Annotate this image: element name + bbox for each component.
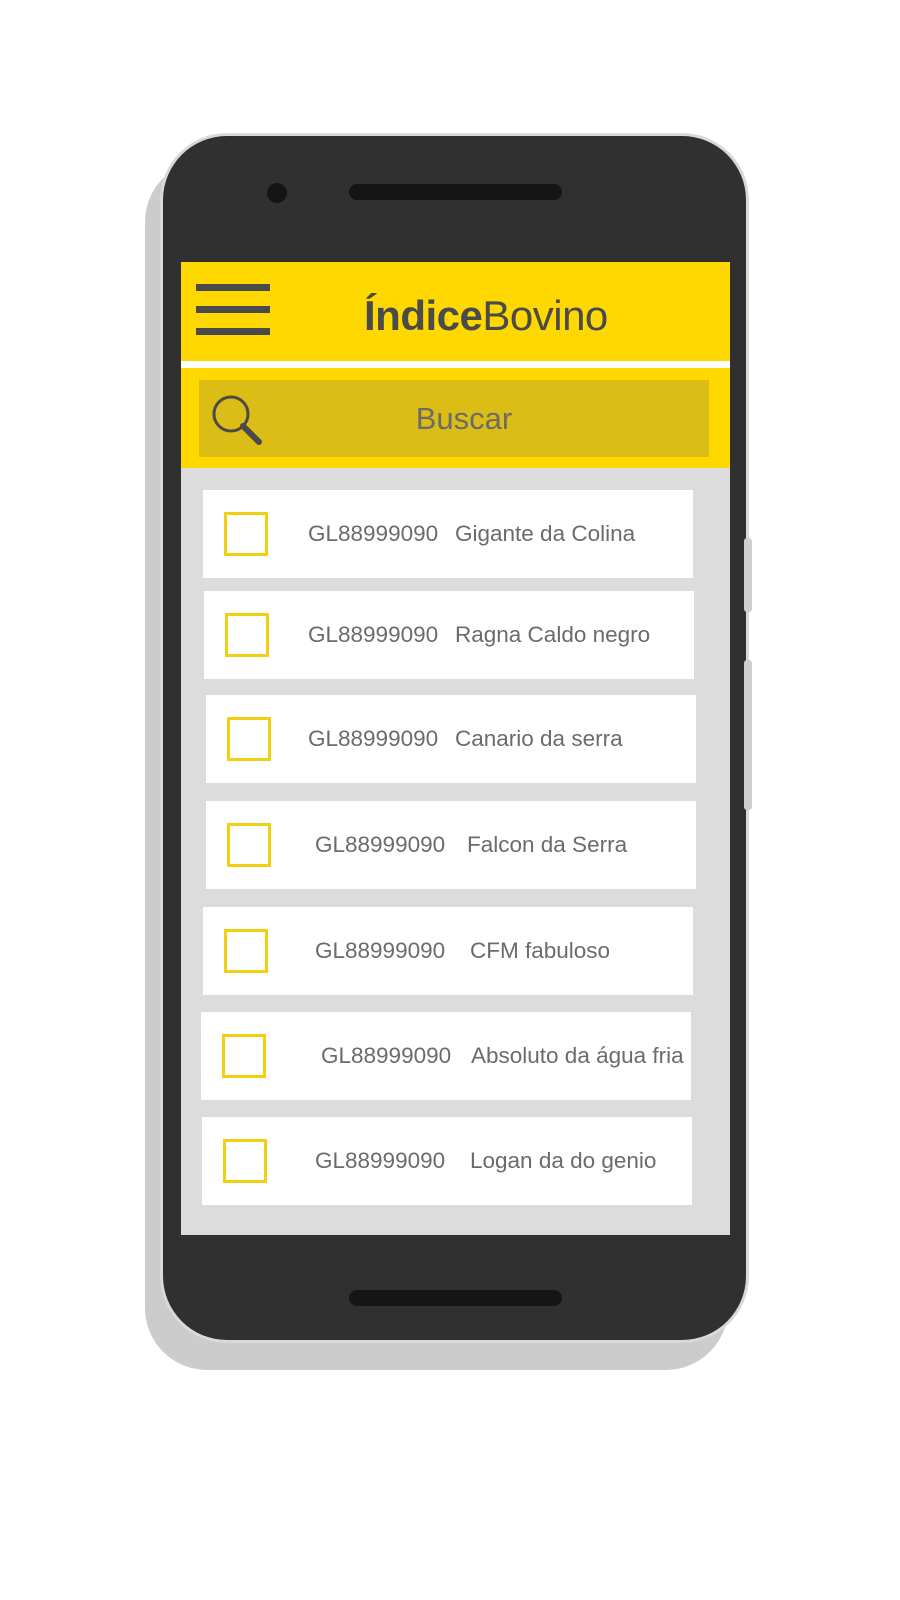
animal-name: Gigante da Colina bbox=[455, 521, 636, 546]
list-item[interactable]: GL88999090 Gigante da Colina bbox=[203, 490, 693, 578]
item-checkbox[interactable] bbox=[222, 1034, 266, 1078]
app-screen: ÍndiceBovino Buscar GL88999090 Gigante da… bbox=[181, 262, 730, 1235]
animal-code: GL88999090 bbox=[315, 938, 446, 963]
list-item[interactable]: GL88999090 Ragna Caldo negro bbox=[204, 591, 694, 679]
search-input[interactable]: Buscar bbox=[199, 380, 709, 457]
list-item[interactable]: GL88999090 Falcon da Serra bbox=[206, 801, 696, 889]
animal-code: GL88999090 bbox=[308, 622, 439, 647]
search-area: Buscar bbox=[181, 368, 730, 468]
animal-code: GL88999090 bbox=[308, 521, 439, 546]
app-title-bold: Índice bbox=[364, 292, 483, 339]
animal-code: GL88999090 bbox=[315, 832, 446, 857]
app-title: ÍndiceBovino bbox=[364, 292, 608, 340]
list-item[interactable]: GL88999090 Absoluto da água fria bbox=[201, 1012, 691, 1100]
search-placeholder: Buscar bbox=[415, 401, 513, 436]
home-bar bbox=[349, 1290, 562, 1306]
header-divider bbox=[181, 361, 730, 368]
animal-name: CFM fabuloso bbox=[470, 938, 611, 963]
list-item[interactable]: GL88999090 CFM fabuloso bbox=[203, 907, 693, 995]
animal-name: Absoluto da água fria bbox=[471, 1043, 684, 1068]
app-header: ÍndiceBovino bbox=[181, 262, 730, 361]
animal-name: Falcon da Serra bbox=[467, 832, 628, 857]
hamburger-menu-icon[interactable] bbox=[196, 284, 270, 336]
front-camera bbox=[267, 183, 287, 203]
animal-code: GL88999090 bbox=[315, 1148, 446, 1173]
animal-code: GL88999090 bbox=[308, 726, 439, 751]
item-checkbox[interactable] bbox=[227, 823, 271, 867]
animal-code: GL88999090 bbox=[321, 1043, 452, 1068]
item-checkbox[interactable] bbox=[223, 1139, 267, 1183]
animal-name: Ragna Caldo negro bbox=[455, 622, 651, 647]
volume-button bbox=[744, 538, 752, 612]
search-icon bbox=[212, 395, 262, 445]
mockup-stage: ÍndiceBovino Buscar GL88999090 Gigante da… bbox=[0, 0, 900, 1600]
list-item[interactable]: GL88999090 Logan da do genio bbox=[202, 1117, 692, 1205]
earpiece-speaker bbox=[349, 184, 562, 200]
animal-name: Canario da serra bbox=[455, 726, 623, 751]
animal-name: Logan da do genio bbox=[470, 1148, 657, 1173]
app-title-light: Bovino bbox=[482, 292, 608, 339]
item-checkbox[interactable] bbox=[225, 613, 269, 657]
item-checkbox[interactable] bbox=[227, 717, 271, 761]
item-checkbox[interactable] bbox=[224, 512, 268, 556]
item-checkbox[interactable] bbox=[224, 929, 268, 973]
list-item[interactable]: GL88999090 Canario da serra bbox=[206, 695, 696, 783]
power-button bbox=[744, 660, 752, 810]
